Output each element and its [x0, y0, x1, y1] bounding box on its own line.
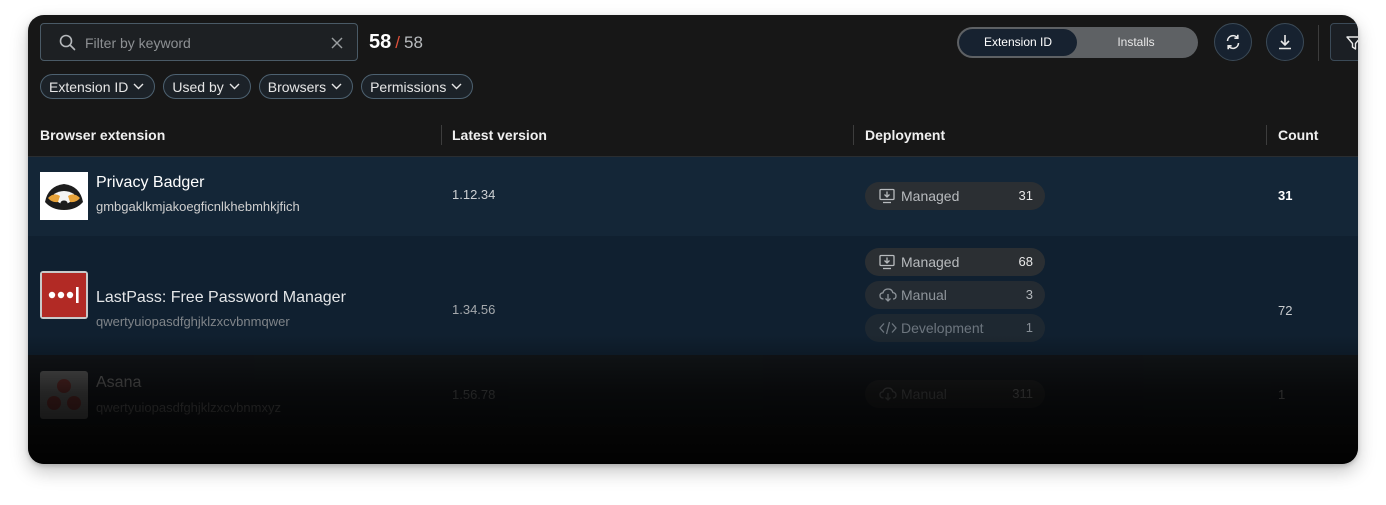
clear-icon[interactable]: [331, 36, 343, 54]
chevron-down-icon: [451, 83, 462, 90]
managed-icon: [879, 188, 895, 209]
chip-extension-id[interactable]: Extension ID: [40, 74, 156, 99]
search-input[interactable]: [83, 31, 327, 55]
code-icon: [879, 320, 897, 341]
asana-logo: [40, 371, 88, 419]
extension-id: qwertyuiopasdfghjklzxcvbnmqwer: [96, 314, 290, 329]
result-count: 58/58: [369, 31, 423, 54]
extension-name[interactable]: Asana: [96, 374, 141, 392]
extension-id: gmbgaklkmjakoegficnlkhebmhkjfich: [96, 199, 300, 214]
deployment-type: Managed: [901, 188, 960, 204]
download-button[interactable]: [1266, 23, 1304, 61]
deployment-pill-managed[interactable]: Managed 68: [865, 248, 1045, 276]
deployment-pill-managed[interactable]: Managed 31: [865, 182, 1045, 210]
deployment-type: Managed: [901, 254, 960, 270]
refresh-icon: [1226, 34, 1240, 50]
chip-label: Used by: [172, 78, 224, 95]
deployment-count: 311: [1012, 386, 1033, 401]
privacy-badger-logo: [40, 172, 88, 220]
table-row[interactable]: Privacy Badger gmbgaklkmjakoegficnlkhebm…: [28, 157, 1358, 236]
managed-icon: [879, 254, 895, 275]
chip-label: Browsers: [267, 78, 327, 95]
deployment-pill-manual[interactable]: Manual 311: [865, 380, 1045, 408]
cloud-download-icon: [879, 386, 897, 407]
deployment-type: Manual: [901, 386, 947, 402]
shown-count: 58: [369, 31, 392, 53]
chevron-down-icon: [133, 83, 144, 90]
deployment-count: 31: [1018, 188, 1033, 203]
search-icon: [59, 34, 76, 56]
toggle-installs[interactable]: Installs: [1077, 29, 1195, 56]
table-header: Browser extension Latest version Deploym…: [28, 119, 1358, 157]
extension-id: qwertyuiopasdfghjklzxcvbnmxyz: [96, 400, 281, 415]
deployment-pill-development[interactable]: Development 1: [865, 314, 1045, 342]
deployment-count: 3: [1025, 287, 1033, 302]
latest-version: 1.34.56: [452, 302, 496, 317]
deployment-pill-manual[interactable]: Manual 3: [865, 281, 1045, 309]
latest-version: 1.12.34: [452, 187, 496, 202]
extension-name[interactable]: LastPass: Free Password Manager: [96, 289, 346, 307]
chevron-down-icon: [229, 83, 240, 90]
latest-version: 1.56.78: [452, 387, 496, 402]
filter-button[interactable]: [1330, 23, 1358, 61]
toolbar-divider: [1318, 25, 1319, 61]
refresh-button[interactable]: [1214, 23, 1252, 61]
deployment-type: Manual: [901, 287, 947, 303]
extensions-panel: 58/58 Extension ID Installs Extension ID…: [28, 15, 1358, 464]
total-count: 58: [403, 33, 423, 52]
extension-name[interactable]: Privacy Badger: [96, 174, 205, 192]
header-count[interactable]: Count: [1278, 127, 1318, 143]
deployment-type: Development: [901, 320, 984, 336]
deployment-count: 1: [1025, 320, 1033, 335]
chevron-down-icon: [331, 83, 342, 90]
search-box[interactable]: [40, 23, 358, 61]
table-row[interactable]: Asana qwertyuiopasdfghjklzxcvbnmxyz 1.56…: [28, 355, 1358, 425]
header-latest-version[interactable]: Latest version: [452, 127, 547, 143]
chip-label: Permissions: [370, 78, 447, 95]
toggle-extension-id[interactable]: Extension ID: [959, 29, 1077, 56]
column-divider[interactable]: [441, 125, 442, 145]
column-divider[interactable]: [1266, 125, 1267, 145]
header-deployment[interactable]: Deployment: [865, 127, 945, 143]
install-count: 1: [1278, 387, 1286, 402]
chip-label: Extension ID: [49, 78, 129, 95]
chip-browsers[interactable]: Browsers: [258, 74, 354, 99]
chip-permissions[interactable]: Permissions: [361, 74, 474, 99]
install-count: 72: [1278, 303, 1293, 318]
table-row[interactable]: LastPass: Free Password Manager qwertyui…: [28, 236, 1358, 355]
column-divider[interactable]: [853, 125, 854, 145]
lastpass-logo: [40, 271, 88, 319]
deployment-count: 68: [1018, 254, 1033, 269]
filter-chips: Extension ID Used by Browsers Permission…: [40, 74, 474, 99]
count-separator: /: [395, 33, 400, 52]
chip-used-by[interactable]: Used by: [163, 74, 251, 99]
install-count: 31: [1278, 188, 1293, 203]
header-browser-extension[interactable]: Browser extension: [40, 127, 165, 143]
view-toggle: Extension ID Installs: [957, 27, 1198, 58]
download-icon: [1279, 35, 1291, 50]
filter-icon: [1346, 35, 1358, 56]
cloud-download-icon: [879, 287, 897, 308]
